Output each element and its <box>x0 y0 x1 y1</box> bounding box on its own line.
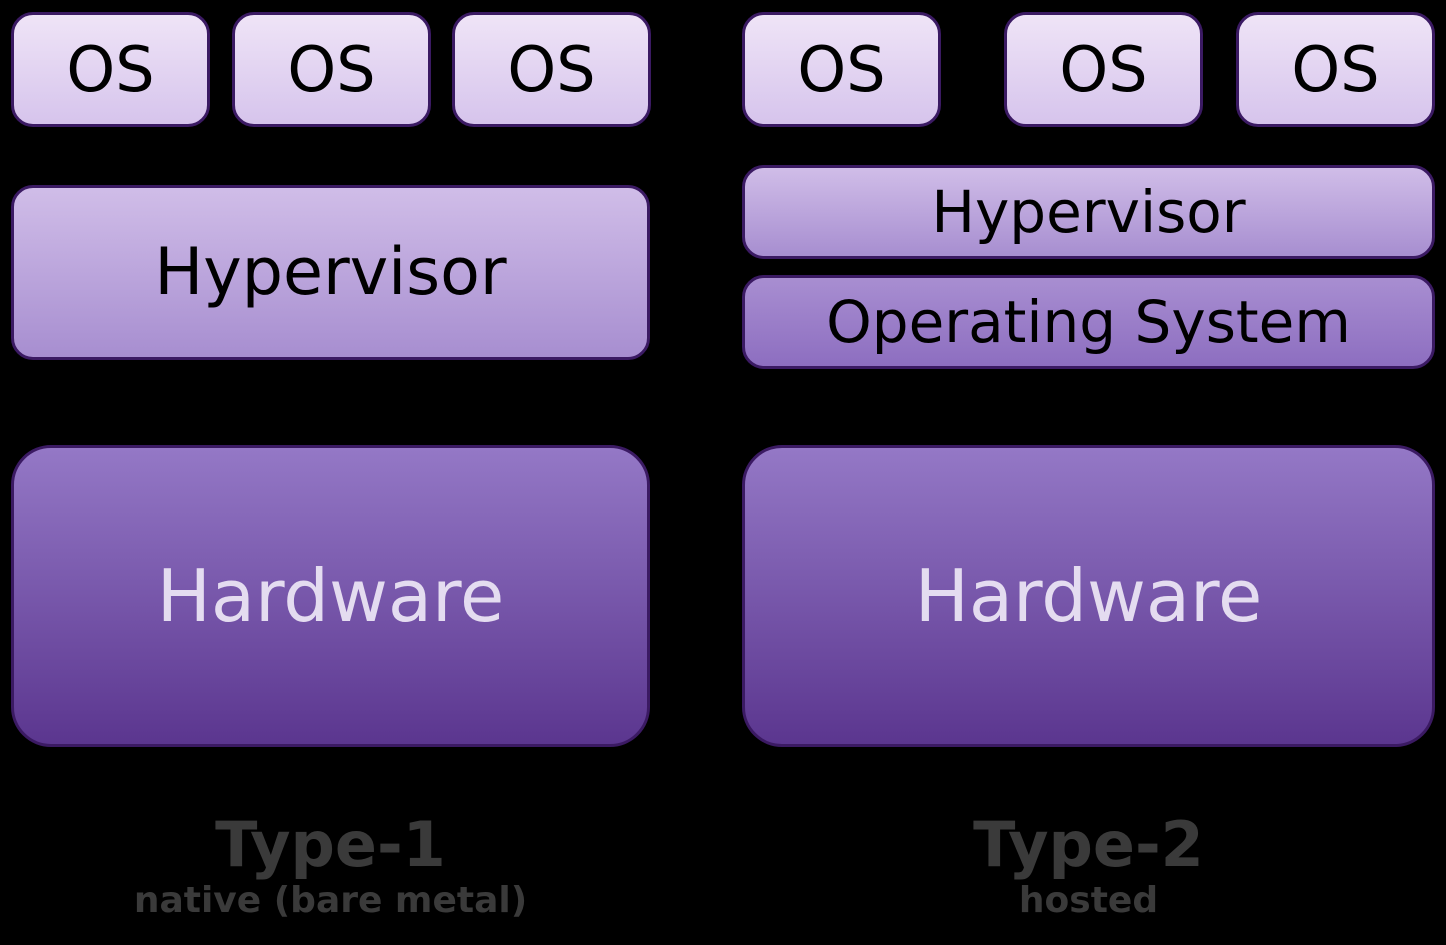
type2-subtitle: hosted <box>742 880 1435 921</box>
type1-guest-os-2: OS <box>232 12 431 127</box>
hypervisor-label: Hypervisor <box>931 178 1245 246</box>
type1-guest-os-1: OS <box>11 12 210 127</box>
os-label: OS <box>66 33 154 106</box>
os-label: OS <box>1291 33 1379 106</box>
type2-title: Type-2 <box>742 808 1435 881</box>
type1-hardware: Hardware <box>11 445 650 747</box>
os-label: OS <box>1059 33 1147 106</box>
os-label: OS <box>797 33 885 106</box>
hardware-label: Hardware <box>157 554 505 638</box>
type2-guest-os-1: OS <box>742 12 941 127</box>
type2-guest-os-3: OS <box>1236 12 1435 127</box>
type1-title: Type-1 <box>11 808 650 881</box>
type2-guest-os-2: OS <box>1004 12 1203 127</box>
os-label: OS <box>287 33 375 106</box>
type1-guest-os-3: OS <box>452 12 651 127</box>
type2-hardware: Hardware <box>742 445 1435 747</box>
type1-hypervisor: Hypervisor <box>11 185 650 360</box>
os-label: OS <box>507 33 595 106</box>
type1-subtitle: native (bare metal) <box>11 880 650 921</box>
hardware-label: Hardware <box>915 554 1263 638</box>
hypervisor-types-diagram: OS OS OS Hypervisor Hardware Type-1 nati… <box>0 0 1446 945</box>
hypervisor-label: Hypervisor <box>154 235 506 310</box>
type2-hypervisor: Hypervisor <box>742 165 1435 259</box>
operating-system-label: Operating System <box>826 288 1351 356</box>
type2-host-operating-system: Operating System <box>742 275 1435 369</box>
